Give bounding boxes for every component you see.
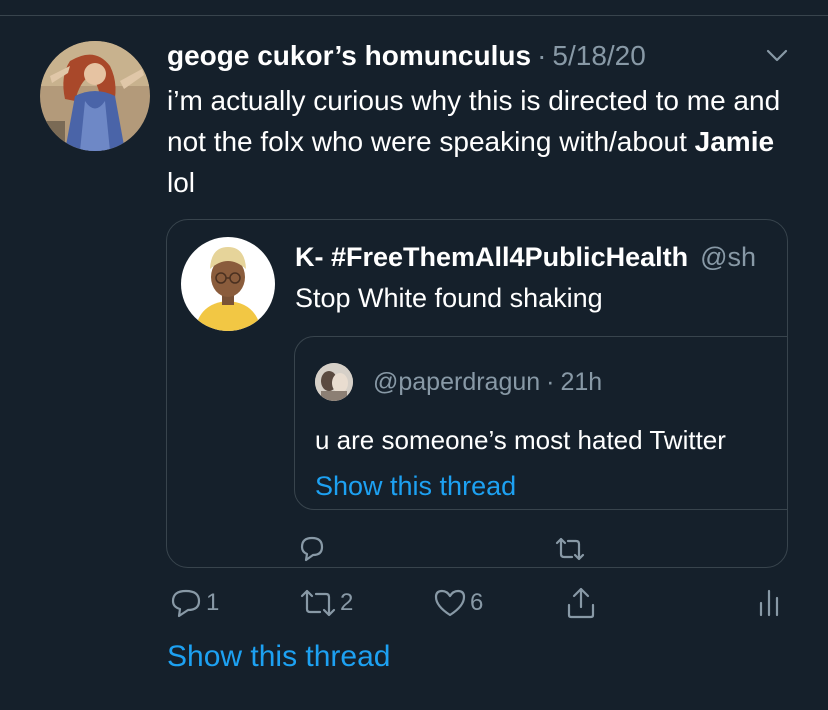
analytics-action[interactable] — [756, 585, 782, 621]
quoted-tweet-header: K- #FreeThemAll4PublicHealth @sh — [295, 240, 787, 274]
like-action[interactable]: 6 — [432, 585, 483, 621]
show-thread-link[interactable]: Show this thread — [167, 640, 390, 674]
author-name[interactable]: geoge cukor’s homunculus — [167, 40, 531, 72]
quoted-author-handle[interactable]: @sh — [700, 242, 756, 273]
quoted-tweet-text: Stop White found shaking — [295, 283, 603, 313]
share-action[interactable] — [564, 585, 598, 621]
tweet-text-end: lol — [167, 167, 196, 198]
quoted-author-name[interactable]: K- #FreeThemAll4PublicHealth — [295, 242, 688, 273]
reply-count: 1 — [206, 589, 220, 616]
like-count: 6 — [470, 589, 484, 616]
reply-action[interactable]: 1 — [168, 585, 219, 621]
author-avatar[interactable] — [40, 41, 150, 151]
retweet-icon[interactable] — [553, 532, 587, 566]
retweet-action[interactable]: 2 — [298, 585, 353, 621]
painting-avatar-image — [40, 41, 150, 151]
quoted-tweet-card[interactable]: K- #FreeThemAll4PublicHealth @sh Stop Wh… — [166, 219, 788, 568]
share-icon — [567, 587, 595, 619]
top-divider — [0, 15, 828, 16]
nested-show-thread-link[interactable]: Show this thread — [315, 471, 516, 502]
header-separator: · — [537, 40, 547, 71]
chevron-down-icon[interactable] — [762, 44, 792, 68]
mention-jamie: Jamie — [694, 126, 775, 157]
tweet-text: i’m actually curious why this is directe… — [167, 80, 797, 203]
nested-tweet-header: @paperdragun · 21h — [373, 363, 602, 401]
tweet-header: geoge cukor’s homunculus · 5/18/20 — [167, 36, 787, 76]
retweet-count: 2 — [340, 589, 354, 616]
retweet-icon — [300, 589, 336, 617]
nested-author-handle[interactable]: @paperdragun — [373, 368, 540, 397]
quoted-author-avatar[interactable] — [181, 237, 275, 331]
tweet-date[interactable]: 5/18/20 — [552, 40, 645, 72]
reply-icon — [171, 589, 201, 618]
analytics-icon — [759, 589, 779, 617]
nested-author-avatar[interactable] — [315, 363, 353, 401]
reply-icon[interactable] — [295, 532, 329, 566]
nested-tweet-text: u are someone’s most hated Twitter — [315, 425, 726, 455]
tweet-text-part: i’m actually curious why this is directe… — [167, 85, 781, 157]
illustrated-avatar-image — [181, 237, 275, 331]
nested-quoted-tweet-card[interactable]: @paperdragun · 21h u are someone’s most … — [294, 336, 787, 510]
nested-separator: · — [546, 367, 555, 396]
nested-tweet-time[interactable]: 21h — [561, 368, 603, 397]
photo-avatar-image — [315, 363, 353, 401]
heart-icon — [434, 589, 466, 617]
